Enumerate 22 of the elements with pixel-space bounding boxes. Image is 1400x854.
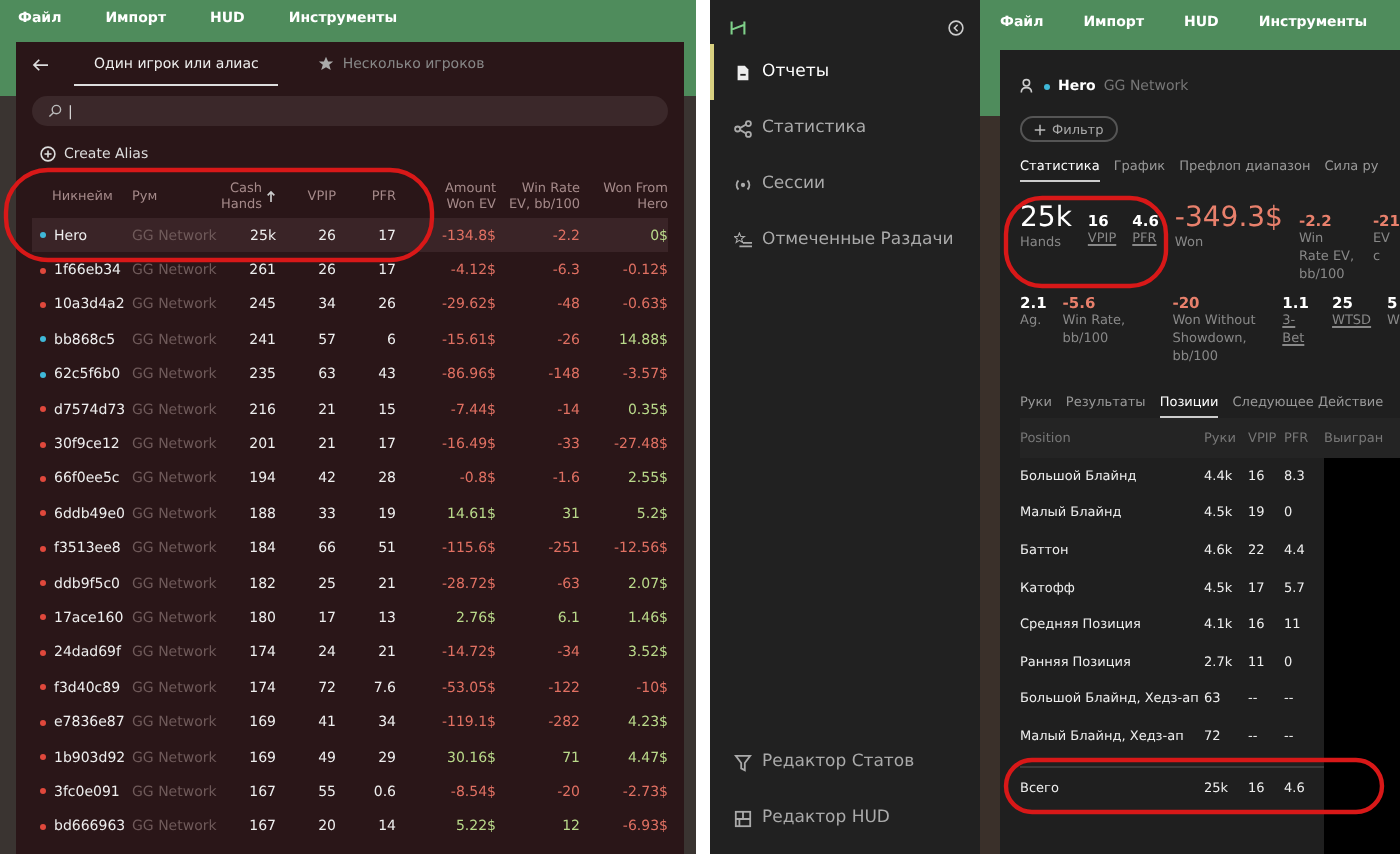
sidebar-item[interactable]: Редактор Статов <box>710 734 980 790</box>
sidebar-item[interactable]: Отмеченные Раздачи <box>710 212 980 268</box>
stat-value: -349.3$ <box>1174 202 1283 234</box>
plus-icon <box>1034 123 1046 135</box>
document-icon <box>734 63 752 81</box>
sidebar-item[interactable]: Редактор HUD <box>710 790 980 846</box>
back-arrow-icon[interactable] <box>32 57 50 71</box>
layout-icon <box>734 809 752 827</box>
star-list-icon <box>734 231 752 249</box>
star-icon <box>318 56 335 72</box>
search-icon <box>48 104 62 118</box>
sort-arrow-icon <box>266 189 276 203</box>
app-logo-icon <box>730 20 746 36</box>
sidebar-item[interactable]: Сессии <box>710 156 980 212</box>
broadcast-icon <box>734 175 752 193</box>
plus-circle-icon[interactable] <box>40 146 56 162</box>
stat-value: 25k <box>1020 202 1072 234</box>
user-icon <box>1020 78 1036 94</box>
collapse-icon[interactable] <box>948 20 964 36</box>
funnel-icon <box>734 753 752 771</box>
sidebar-item[interactable]: Статистика <box>710 100 980 156</box>
nodes-icon <box>734 119 752 137</box>
